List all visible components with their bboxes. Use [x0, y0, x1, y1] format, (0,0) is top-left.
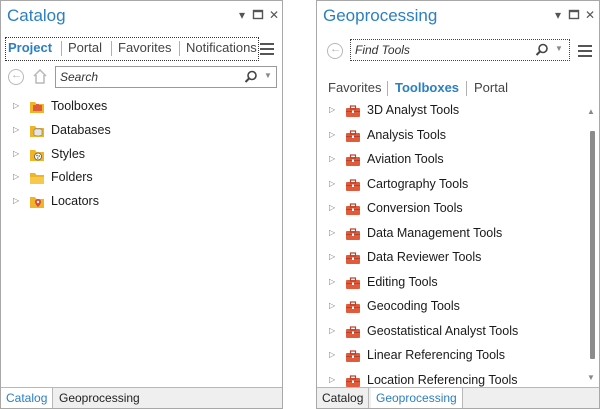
vertical-scrollbar[interactable]: ▲ ▼	[587, 107, 597, 385]
toolbox-label: Editing Tools	[367, 274, 438, 289]
bottom-tab-catalog[interactable]: Catalog	[317, 388, 370, 408]
pane-restore-icon[interactable]	[567, 8, 581, 22]
styles-folder-icon	[29, 147, 45, 163]
pane-close-icon[interactable]: ✕	[267, 8, 281, 22]
catalog-tabs: Project Portal Favorites Notifications	[5, 37, 278, 61]
folder-icon	[29, 170, 45, 186]
tree-item-label: Styles	[51, 147, 86, 161]
toolbox-icon	[345, 299, 361, 315]
catalog-titlebar: Catalog ▾ ✕	[1, 1, 282, 33]
tab-favorites[interactable]: Favorites	[118, 40, 171, 55]
tab-favorites[interactable]: Favorites	[328, 80, 381, 95]
database-folder-icon	[29, 123, 45, 139]
toolbox-label: 3D Analyst Tools	[367, 103, 460, 117]
find-tools-input[interactable]	[355, 42, 525, 58]
expand-chevron-icon[interactable]: ▷	[329, 252, 335, 261]
tab-portal[interactable]: Portal	[474, 80, 508, 95]
bottom-tab-geoprocessing[interactable]: Geoprocessing	[54, 388, 145, 408]
toolbox-icon	[345, 128, 361, 144]
locator-folder-icon	[29, 194, 45, 210]
scroll-down-arrow-icon[interactable]: ▼	[587, 373, 595, 382]
expand-chevron-icon[interactable]: ▷	[13, 196, 19, 205]
expand-chevron-icon[interactable]: ▷	[329, 154, 335, 163]
expand-chevron-icon[interactable]: ▷	[329, 179, 335, 188]
toolbox-icon	[345, 201, 361, 217]
search-options-dropdown-icon[interactable]: ▼	[555, 44, 563, 53]
toolbox-icon	[345, 226, 361, 242]
expand-chevron-icon[interactable]: ▷	[329, 277, 335, 286]
tab-divider	[61, 41, 62, 56]
tab-divider	[179, 41, 180, 56]
tree-item-label: Locators	[51, 194, 99, 208]
catalog-title: Catalog	[7, 6, 66, 25]
pane-menu-dropdown-icon[interactable]: ▾	[235, 8, 249, 22]
toolbox-icon	[345, 250, 361, 266]
search-icon[interactable]	[535, 43, 549, 57]
tab-toolboxes[interactable]: Toolboxes	[395, 80, 459, 95]
bottom-tab-catalog[interactable]: Catalog	[1, 388, 54, 408]
toolbox-label: Analysis Tools	[367, 127, 446, 142]
toolbox-icon	[345, 152, 361, 168]
expand-chevron-icon[interactable]: ▷	[329, 130, 335, 139]
geoprocessing-titlebar: Geoprocessing ▾ ✕	[317, 1, 599, 33]
toolbox-label: Data Management Tools	[367, 225, 503, 240]
tree-item-label: Toolboxes	[51, 99, 108, 113]
scroll-thumb[interactable]	[590, 131, 595, 359]
catalog-pane: Catalog ▾ ✕ Project Portal Favorites Not…	[0, 0, 283, 409]
tab-divider	[466, 81, 467, 96]
toolbox-label: Conversion Tools	[367, 201, 463, 215]
toolbox-label: Linear Referencing Tools	[367, 348, 506, 362]
toolbox-label: Data Reviewer Tools	[367, 250, 482, 264]
search-options-dropdown-icon[interactable]: ▼	[264, 71, 272, 80]
menu-hamburger-icon[interactable]	[260, 43, 274, 55]
expand-chevron-icon[interactable]: ▷	[329, 105, 335, 114]
toolbox-icon	[345, 348, 361, 364]
geoprocessing-pane: Geoprocessing ▾ ✕ ← ▼ Favorites Toolboxe…	[316, 0, 600, 409]
menu-hamburger-icon[interactable]	[578, 45, 592, 57]
expand-chevron-icon[interactable]: ▷	[329, 301, 335, 310]
geoprocessing-bottom-tabs: Catalog Geoprocessing	[317, 387, 599, 408]
pane-restore-icon[interactable]	[251, 8, 265, 22]
expand-chevron-icon[interactable]: ▷	[13, 101, 19, 110]
bottom-tab-geoprocessing[interactable]: Geoprocessing	[371, 388, 463, 408]
expand-chevron-icon[interactable]: ▷	[329, 375, 335, 384]
toolbox-folder-icon	[29, 99, 45, 115]
tab-divider	[387, 81, 388, 96]
expand-chevron-icon[interactable]: ▷	[13, 125, 19, 134]
tab-project[interactable]: Project	[8, 40, 52, 55]
expand-chevron-icon[interactable]: ▷	[329, 350, 335, 359]
expand-chevron-icon[interactable]: ▷	[329, 203, 335, 212]
expand-chevron-icon[interactable]: ▷	[13, 149, 19, 158]
tab-notifications[interactable]: Notifications	[186, 40, 257, 55]
toolbox-label: Location Referencing Tools	[367, 372, 518, 387]
pane-close-icon[interactable]: ✕	[583, 8, 597, 22]
back-arrow-icon[interactable]: ←	[8, 69, 24, 85]
toolbox-label: Geocoding Tools	[367, 299, 460, 313]
toolbox-label: Aviation Tools	[367, 152, 444, 166]
toolbox-label: Geostatistical Analyst Tools	[367, 323, 519, 338]
home-icon[interactable]	[32, 68, 48, 85]
expand-chevron-icon[interactable]: ▷	[13, 172, 19, 181]
tree-item-label: Folders	[51, 170, 93, 184]
tree-item-label: Databases	[51, 123, 111, 137]
toolbox-icon	[345, 103, 361, 119]
toolbox-icon	[345, 177, 361, 193]
expand-chevron-icon[interactable]: ▷	[329, 326, 335, 335]
catalog-search-input[interactable]	[60, 69, 230, 85]
back-arrow-icon[interactable]: ←	[327, 43, 343, 59]
expand-chevron-icon[interactable]: ▷	[329, 228, 335, 237]
catalog-bottom-tabs: Catalog Geoprocessing	[1, 387, 282, 408]
geoprocessing-tabs: Favorites Toolboxes Portal	[328, 77, 595, 101]
tab-portal[interactable]: Portal	[68, 40, 102, 55]
pane-menu-dropdown-icon[interactable]: ▾	[551, 8, 565, 22]
toolbox-icon	[345, 275, 361, 291]
tab-divider	[111, 41, 112, 56]
search-icon[interactable]	[244, 70, 258, 84]
scroll-up-arrow-icon[interactable]: ▲	[587, 107, 595, 116]
catalog-search-box: ▼	[55, 66, 277, 88]
toolbox-icon	[345, 324, 361, 340]
find-tools-search-box: ▼	[350, 39, 570, 61]
toolbox-label: Cartography Tools	[367, 176, 469, 191]
geoprocessing-title: Geoprocessing	[323, 6, 438, 25]
